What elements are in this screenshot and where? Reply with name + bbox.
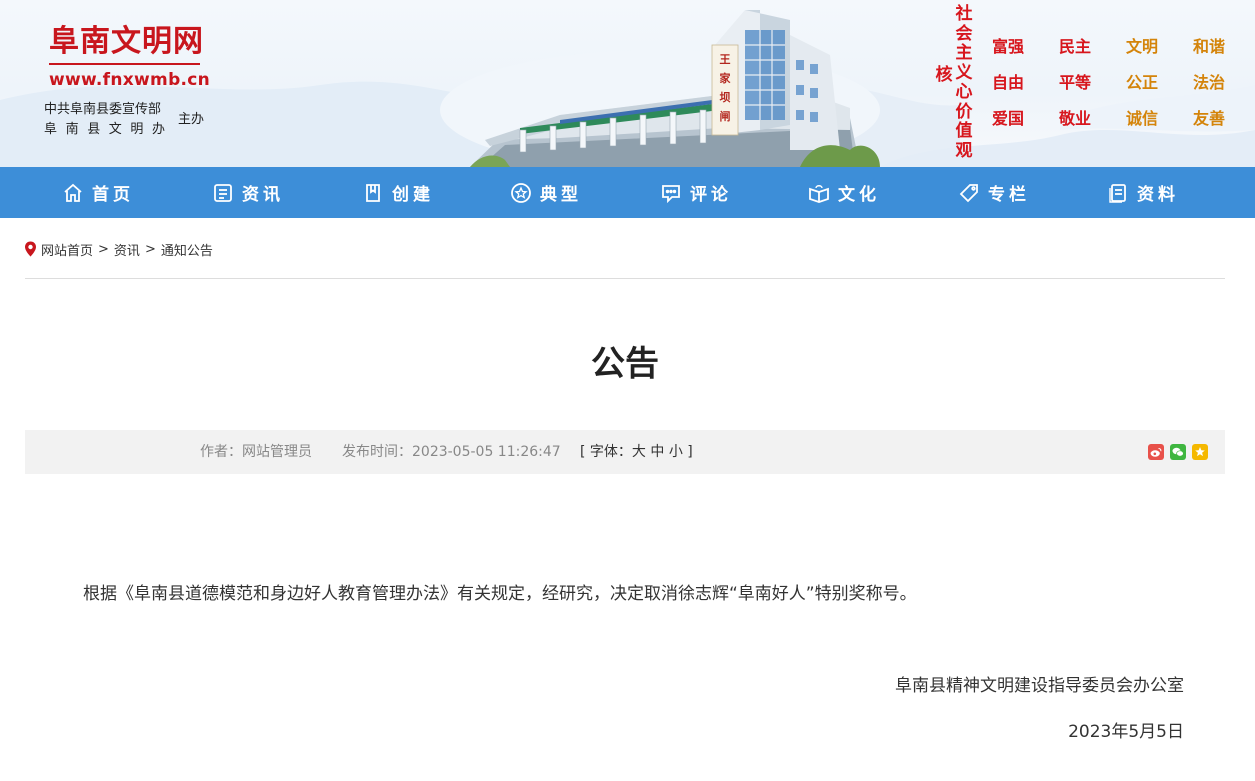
home-icon <box>64 183 82 202</box>
organizer-line-1: 中共阜南县委宣传部 <box>44 102 162 117</box>
core-values-heading-char: 主 <box>955 43 973 63</box>
tag-icon <box>959 183 978 202</box>
nav-label-typical: 典型 <box>540 185 582 205</box>
font-size-medium[interactable]: 中 <box>650 444 664 460</box>
core-value-item: 爱国 <box>992 109 1025 128</box>
font-size-small[interactable]: 小 <box>669 444 683 460</box>
dam-sign-char: 王 <box>719 53 731 66</box>
core-value-item: 自由 <box>992 73 1025 92</box>
wechat-icon[interactable] <box>1170 444 1186 460</box>
core-value-item: 文明 <box>1126 37 1159 56</box>
core-value-item: 公正 <box>1126 73 1159 92</box>
core-values-heading-char: 观 <box>955 140 973 161</box>
article-title: 公告 <box>591 344 659 384</box>
book-icon <box>366 183 380 202</box>
star-icon <box>511 182 531 203</box>
site-url[interactable]: www.fnxwmb.cn <box>49 69 210 91</box>
dam-sign-char: 闸 <box>719 110 731 123</box>
nav-item-materials[interactable]: 资料 <box>1107 167 1179 218</box>
core-values-heading: 社会主义心价值观 <box>954 4 974 161</box>
article-author: 作者：网站管理员 <box>200 444 312 460</box>
nav-label-column: 专栏 <box>988 185 1030 205</box>
article-meta-bar: 作者：网站管理员 发布时间：2023-05-05 11:26:47 [ 字体：大… <box>25 430 1225 474</box>
nav-label-comment: 评论 <box>690 185 732 205</box>
core-value-item: 法治 <box>1193 73 1226 92</box>
main-navigation: 首页 资讯 创建 典型 评论 文化 专栏 资料 <box>0 167 1255 218</box>
nav-item-create[interactable]: 创建 <box>362 167 434 218</box>
breadcrumb-news[interactable]: 资讯 <box>114 240 140 259</box>
article-body: 根据《阜南县道德模范和身边好人教育管理办法》有关规定，经研究，决定取消徐志辉“阜… <box>83 584 917 604</box>
header-banner: 阜南文明网 www.fnxwmb.cn 中共阜南县委宣传部 阜南县文明办 主办 … <box>0 0 1255 167</box>
breadcrumb-home[interactable]: 网站首页 <box>41 240 93 259</box>
logo-divider <box>49 63 200 65</box>
dam-sign-char: 家 <box>719 72 731 85</box>
core-values-heading-char: 会 <box>955 23 973 44</box>
core-values-heading-char: 社 <box>955 4 973 24</box>
weibo-icon[interactable] <box>1148 444 1164 460</box>
font-size-large[interactable]: 大 <box>632 444 646 460</box>
font-size-label: [ 字体： <box>580 444 632 460</box>
core-value-item: 敬业 <box>1059 109 1092 128</box>
breadcrumb-notices[interactable]: 通知公告 <box>161 240 213 259</box>
article-publish-time: 发布时间：2023-05-05 11:26:47 <box>342 444 561 460</box>
core-values-heading-char: 心 <box>955 82 973 102</box>
core-values-heading-char: 值 <box>955 121 973 141</box>
article-signature: 阜南县精神文明建设指导委员会办公室 <box>895 676 1184 696</box>
breadcrumb-separator: > <box>144 241 156 257</box>
article-date: 2023年5月5日 <box>1068 722 1184 742</box>
nav-item-typical[interactable]: 典型 <box>510 167 582 218</box>
nav-label-create: 创建 <box>392 185 434 205</box>
comment-icon <box>662 184 680 203</box>
nav-item-home[interactable]: 首页 <box>62 167 134 218</box>
core-value-item: 和谐 <box>1193 37 1226 56</box>
core-values-heading-core: 核 <box>935 65 953 85</box>
dam-sign-char: 坝 <box>719 91 731 104</box>
core-value-item: 友善 <box>1193 109 1226 128</box>
font-size-close: ] <box>687 444 693 460</box>
font-size-switcher: [ 字体：大 中 小 ] <box>580 443 693 461</box>
dam-sign: 王家坝闸 <box>715 50 735 126</box>
core-values-heading-char: 价 <box>955 101 973 122</box>
core-value-item: 富强 <box>992 37 1025 56</box>
core-values-heading-char: 义 <box>955 62 973 83</box>
favorite-icon[interactable] <box>1192 444 1208 460</box>
nav-item-news[interactable]: 资讯 <box>212 167 284 218</box>
nav-label-home: 首页 <box>92 185 134 205</box>
organizer-line-2: 阜南县文明办 <box>44 122 174 137</box>
nav-label-news: 资讯 <box>242 185 284 205</box>
culture-book-icon <box>809 184 829 203</box>
nav-label-culture: 文化 <box>838 185 880 205</box>
nav-item-column[interactable]: 专栏 <box>958 167 1030 218</box>
document-icon <box>1109 183 1126 203</box>
core-value-item: 民主 <box>1059 37 1092 56</box>
core-value-item: 诚信 <box>1126 109 1159 128</box>
nav-label-materials: 资料 <box>1137 185 1179 205</box>
news-icon <box>214 183 232 202</box>
organizer-host-label: 主办 <box>178 112 205 127</box>
nav-item-culture[interactable]: 文化 <box>808 167 880 218</box>
nav-item-comment[interactable]: 评论 <box>660 167 732 218</box>
core-value-item: 平等 <box>1059 73 1092 92</box>
breadcrumb: 网站首页 > 资讯 > 通知公告 <box>24 240 213 259</box>
site-logo-title[interactable]: 阜南文明网 <box>49 24 204 60</box>
breadcrumb-divider <box>25 278 1225 279</box>
breadcrumb-separator: > <box>98 241 109 257</box>
location-pin-icon <box>25 241 36 257</box>
